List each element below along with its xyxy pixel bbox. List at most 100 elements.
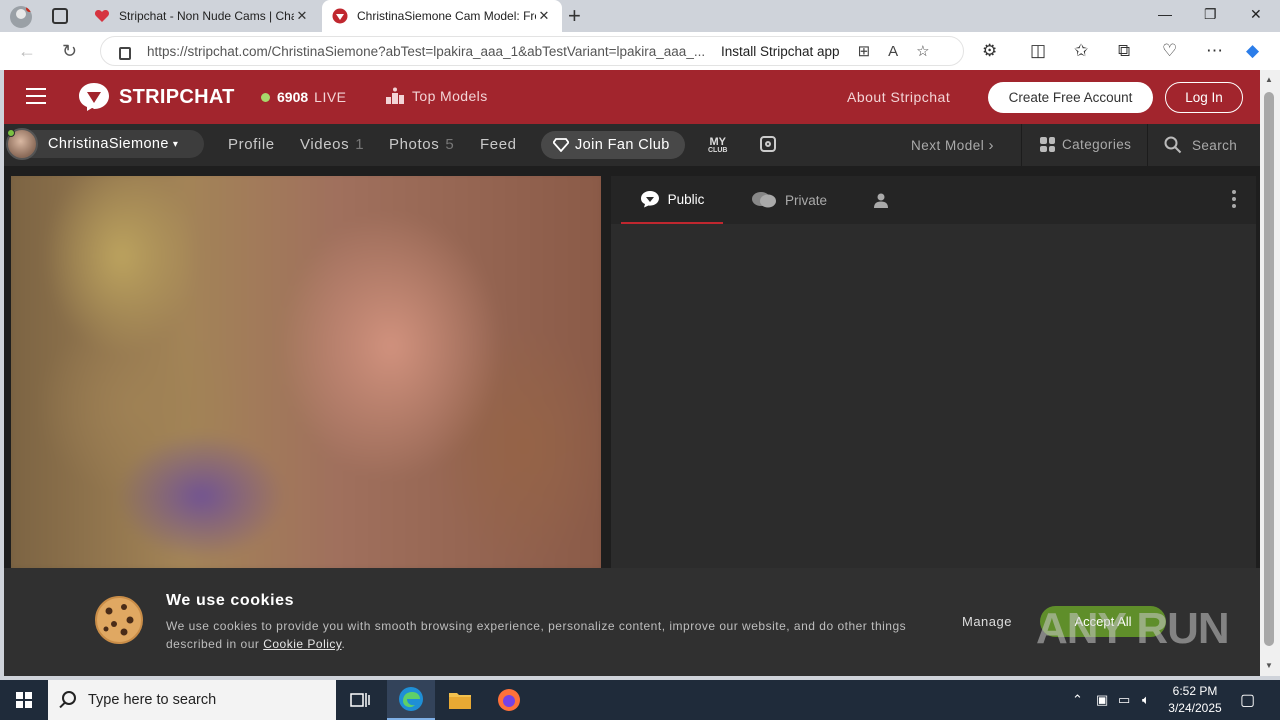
tab-profile[interactable]: Profile (228, 136, 275, 153)
diamond-icon (553, 138, 569, 152)
cookie-icon (95, 596, 143, 644)
copilot-icon[interactable]: ◆ (1246, 41, 1259, 61)
video-player[interactable] (11, 176, 601, 568)
tab-actions-icon[interactable] (52, 8, 68, 24)
create-account-button[interactable]: Create Free Account (988, 82, 1153, 113)
scrollbar-thumb[interactable] (1264, 92, 1274, 646)
model-selector[interactable]: ChristinaSiemone ▾ (6, 128, 204, 160)
cookie-text-end: . (341, 637, 346, 651)
profile-icon[interactable] (10, 6, 32, 28)
close-window-button[interactable]: ✕ (1250, 6, 1262, 23)
model-subnav: ChristinaSiemone ▾ Profile Videos 1 Photo… (4, 124, 1260, 166)
tab-title: ChristinaSiemone Cam Model: Free (357, 9, 536, 23)
instagram-icon[interactable] (760, 136, 776, 152)
site-header: STRIPCHAT 6908 LIVE Top Models About Str… (4, 70, 1260, 124)
install-app-label[interactable]: Install Stripchat app (721, 44, 840, 59)
restore-button[interactable]: ❐ (1204, 6, 1217, 23)
volume-icon[interactable]: 🔈︎ (1142, 692, 1150, 708)
meet-now-icon[interactable]: ▣ (1096, 692, 1108, 708)
tab-photos[interactable]: Photos 5 (389, 136, 454, 153)
windows-start-icon[interactable] (16, 692, 32, 708)
more-menu-icon[interactable]: ⋯ (1206, 41, 1223, 61)
site-logo[interactable]: STRIPCHAT (78, 82, 235, 112)
video-stream-image (11, 176, 601, 568)
next-model-link[interactable]: Next Model › (911, 137, 994, 154)
chevron-down-icon: ▾ (172, 138, 178, 150)
system-clock[interactable]: 6:52 PM 3/24/2025 (1160, 683, 1230, 717)
login-button[interactable]: Log In (1165, 82, 1243, 113)
stripchat-favicon-icon (332, 8, 348, 24)
collections-icon[interactable]: ⧉ (1118, 41, 1130, 61)
browser-tab-strip: Stripchat - Non Nude Cams | Chat ✕ Chris… (0, 0, 1280, 32)
tab-feed[interactable]: Feed (480, 136, 517, 153)
split-screen-icon[interactable]: ◫ (1030, 41, 1046, 61)
app-install-icon[interactable]: ⊞ (858, 42, 871, 60)
tab-private-chat[interactable]: Private (751, 176, 827, 224)
read-aloud-icon[interactable]: A (888, 43, 898, 60)
anyrun-watermark: ANY RUN (1036, 604, 1230, 654)
chat-panel: Public Private (611, 176, 1256, 568)
about-link[interactable]: About Stripchat (847, 89, 950, 105)
tray-chevron-icon[interactable]: ⌃ (1072, 692, 1083, 708)
cookie-text: We use cookies to provide you with smoot… (166, 617, 926, 653)
browser-tab-stripchat-home[interactable]: Stripchat - Non Nude Cams | Chat ✕ (84, 0, 320, 32)
file-explorer-icon[interactable] (436, 680, 484, 720)
firefox-icon[interactable] (485, 680, 533, 720)
notification-dot (26, 6, 32, 12)
network-icon[interactable]: ▭ (1118, 692, 1130, 708)
address-bar[interactable]: https://stripchat.com/ChristinaSiemone?a… (100, 36, 964, 66)
new-tab-button[interactable]: + (568, 4, 581, 28)
tab-users[interactable] (873, 176, 897, 224)
back-arrow-icon[interactable]: ← (18, 41, 36, 62)
live-counter[interactable]: 6908 LIVE (261, 89, 347, 105)
minimize-button[interactable]: — (1158, 6, 1172, 22)
tab-public-chat[interactable]: Public (621, 176, 723, 224)
chevron-right-icon: › (988, 137, 995, 154)
taskbar-search-box[interactable]: Type here to search (48, 680, 336, 720)
cookie-title: We use cookies (166, 592, 295, 609)
cookie-policy-link[interactable]: Cookie Policy (263, 637, 341, 651)
avatar (6, 128, 38, 160)
url-text[interactable]: https://stripchat.com/ChristinaSiemone?a… (147, 44, 707, 59)
tab-close-icon[interactable]: ✕ (294, 8, 310, 24)
favorites-icon[interactable]: ✩ (1074, 41, 1088, 61)
lock-icon (119, 46, 131, 60)
manage-cookies-button[interactable]: Manage (962, 614, 1012, 629)
windows-taskbar: Type here to search ⌃ ▣ ▭ 🔈︎ 6:52 PM 3/2… (0, 680, 1280, 720)
search-icon (62, 691, 76, 705)
clock-date: 3/24/2025 (1168, 701, 1222, 715)
web-page: STRIPCHAT 6908 LIVE Top Models About Str… (4, 70, 1260, 676)
myclub-line2: CLUB (708, 147, 728, 154)
categories-label: Categories (1062, 137, 1132, 152)
search-link[interactable]: Search (1164, 136, 1237, 154)
photos-count: 5 (445, 136, 455, 153)
tab-videos[interactable]: Videos 1 (300, 136, 364, 153)
favorite-star-icon[interactable]: ☆ (916, 42, 929, 60)
logo-text: STRIPCHAT (119, 85, 235, 108)
extensions-icon[interactable]: ⚙ (982, 41, 997, 61)
hamburger-menu-icon[interactable] (26, 88, 46, 104)
notifications-icon[interactable]: ▢ (1240, 690, 1255, 710)
watermark-text: ANY RUN (1036, 604, 1230, 653)
edge-logo-icon (399, 687, 423, 711)
categories-link[interactable]: Categories (1040, 137, 1131, 152)
task-view-glyph (350, 693, 370, 707)
refresh-icon[interactable]: ↻ (62, 41, 77, 62)
task-view-icon[interactable] (336, 680, 384, 720)
scroll-up-icon[interactable]: ▲ (1265, 75, 1273, 84)
live-dot-icon (261, 92, 270, 102)
chat-more-icon[interactable] (1232, 190, 1236, 208)
join-fan-club-button[interactable]: Join Fan Club (541, 131, 685, 159)
tab-photos-label: Photos (389, 136, 440, 153)
tab-close-icon[interactable]: ✕ (536, 8, 552, 24)
edge-taskbar-icon[interactable] (387, 680, 435, 720)
browser-essentials-icon[interactable]: ♡ (1162, 41, 1177, 61)
folder-icon (449, 693, 471, 709)
scroll-down-icon[interactable]: ▼ (1265, 661, 1273, 670)
private-tab-label: Private (785, 192, 828, 208)
browser-tab-model[interactable]: ChristinaSiemone Cam Model: Free ✕ (322, 0, 562, 32)
top-models-link[interactable]: Top Models (386, 87, 488, 105)
myclub-logo[interactable]: MY CLUB (708, 137, 727, 155)
page-scrollbar[interactable]: ▲ ▼ (1260, 70, 1280, 676)
search-icon (1164, 136, 1182, 154)
